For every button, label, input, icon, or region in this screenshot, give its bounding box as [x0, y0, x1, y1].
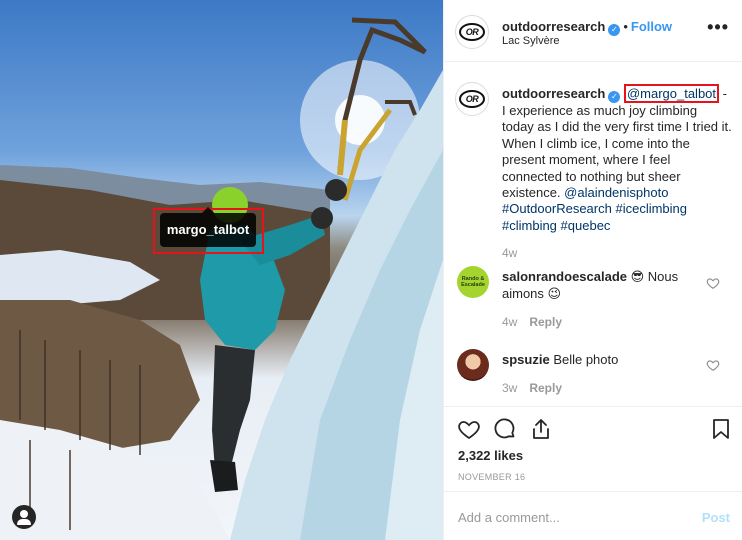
post-caption: outdoorresearch ✓ @margo_talbot - I exper… — [502, 84, 732, 234]
comment-item: spsuzie Belle photo — [502, 351, 702, 368]
hashtag[interactable]: #OutdoorResearch — [502, 201, 612, 216]
verified-badge-icon: ✓ — [608, 91, 621, 103]
header-username[interactable]: outdoorresearch — [502, 19, 605, 34]
caption-username[interactable]: outdoorresearch — [502, 86, 605, 101]
commenter-avatar[interactable]: Rando & Escalade — [457, 266, 489, 298]
avatar[interactable]: OR — [455, 15, 489, 49]
header-user-line: outdoorresearch ✓ • Follow — [502, 18, 672, 36]
comment-meta: 3w Reply — [502, 381, 562, 395]
share-icon[interactable] — [529, 417, 553, 441]
location-link[interactable]: Lac Sylvère — [502, 35, 559, 47]
comment-meta: 4w Reply — [502, 315, 562, 329]
commenter-avatar[interactable] — [457, 349, 489, 381]
post-actions: 2,322 likes NOVEMBER 16 — [444, 406, 742, 490]
caption-avatar[interactable]: OR — [455, 82, 489, 116]
comment-text: Belle photo — [553, 352, 619, 367]
bookmark-icon[interactable] — [709, 417, 733, 441]
comment-username[interactable]: spsuzie — [502, 352, 550, 367]
comment-like-heart-icon[interactable] — [706, 358, 720, 372]
heart-icon[interactable] — [457, 417, 481, 441]
caption-timestamp[interactable]: 4w — [502, 246, 517, 260]
post-photo[interactable]: margo_talbot — [0, 0, 443, 540]
header-separator: • — [623, 19, 628, 34]
caption-mention[interactable]: @margo_talbot — [623, 84, 720, 103]
comment-input[interactable] — [458, 506, 688, 528]
verified-badge-icon: ✓ — [608, 24, 621, 36]
post-header: OR outdoorresearch ✓ • Follow Lac Sylvère •… — [444, 0, 742, 62]
caption-text: - I experience as much joy climbing toda… — [502, 86, 732, 201]
reply-button[interactable]: Reply — [529, 381, 562, 395]
hashtag[interactable]: #climbing — [502, 218, 557, 233]
user-tag-icon[interactable] — [12, 505, 36, 529]
avatar-logo-text: Rando & Escalade — [461, 276, 485, 288]
comment-timestamp[interactable]: 4w — [502, 315, 517, 329]
follow-button[interactable]: Follow — [631, 19, 672, 34]
comment-timestamp[interactable]: 3w — [502, 381, 517, 395]
comment-username[interactable]: salonrandoescalade — [502, 269, 627, 284]
hashtag[interactable]: #iceclimbing — [615, 201, 687, 216]
more-options-icon[interactable]: ••• — [707, 18, 729, 36]
post-sidebar: OR outdoorresearch ✓ • Follow Lac Sylvère •… — [443, 0, 742, 540]
add-comment-bar: Post — [444, 491, 742, 540]
reply-button[interactable]: Reply — [529, 315, 562, 329]
like-count[interactable]: 2,322 likes — [458, 448, 523, 463]
comment-icon[interactable] — [493, 417, 517, 441]
post-comment-button[interactable]: Post — [702, 510, 730, 525]
comment-item: salonrandoescalade 😎 Nous aimons 😉 — [502, 268, 702, 302]
post-date[interactable]: NOVEMBER 16 — [458, 472, 525, 482]
outdoor-research-logo: OR — [459, 23, 485, 41]
caption-photographer-mention[interactable]: @alaindenisphoto — [564, 185, 668, 200]
comment-like-heart-icon[interactable] — [706, 276, 720, 290]
outdoor-research-logo: OR — [459, 90, 485, 108]
hashtag[interactable]: #quebec — [561, 218, 611, 233]
user-tag-label[interactable]: margo_talbot — [160, 207, 256, 247]
ice-climber-scene — [0, 17, 443, 540]
